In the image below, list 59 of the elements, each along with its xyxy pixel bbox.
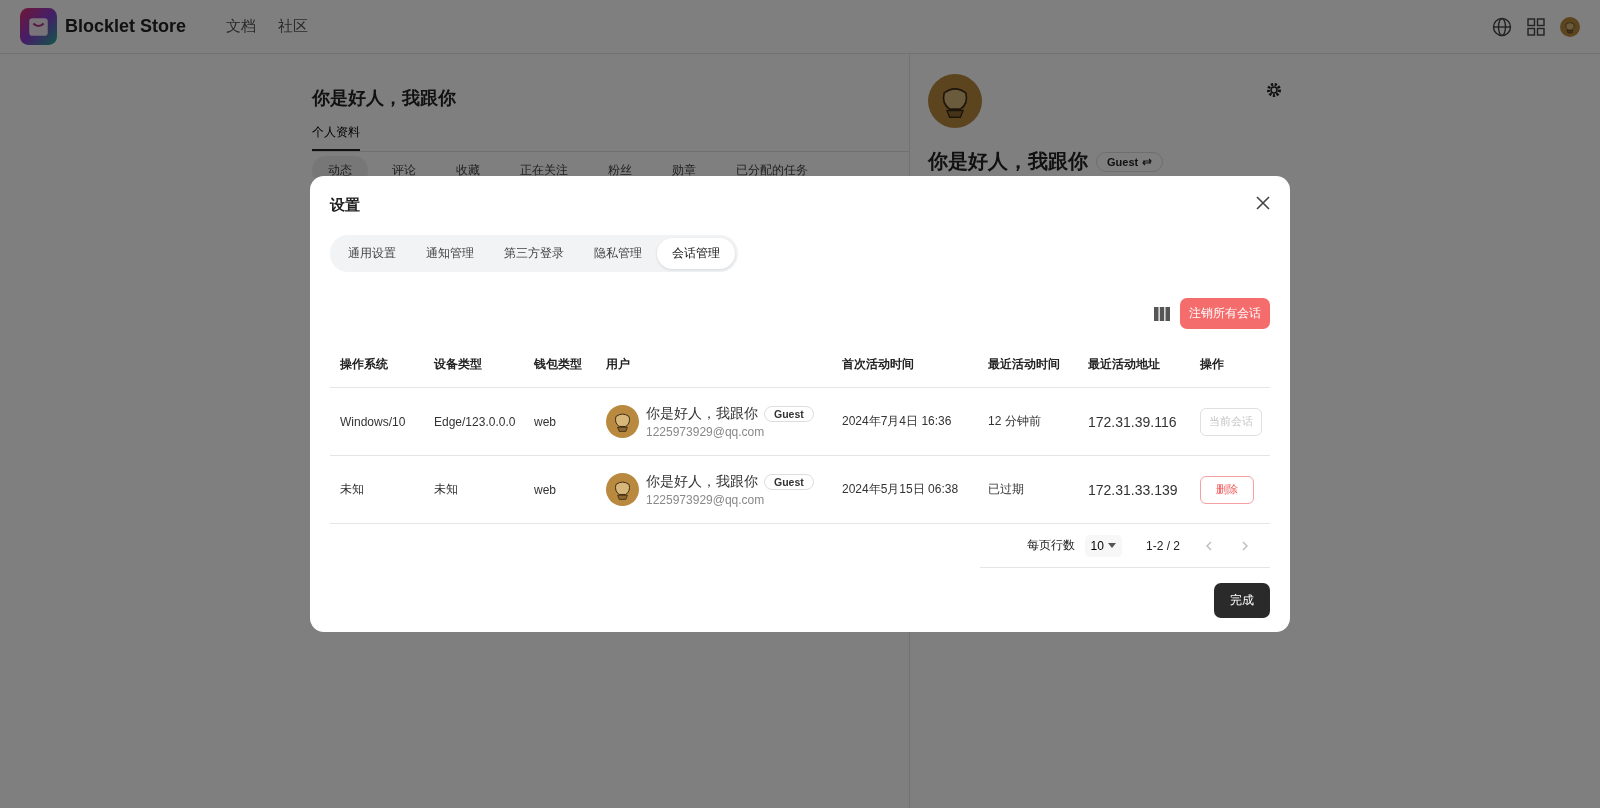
table-cell: 未知 [330,455,424,524]
brand-name[interactable]: Blocklet Store [65,16,187,37]
user-name: 你是好人，我跟你 [646,472,758,491]
settings-tab[interactable]: 通知管理 [411,238,489,269]
globe-icon[interactable] [1492,16,1512,37]
settings-tab[interactable]: 隐私管理 [579,238,657,269]
sub-tab[interactable]: 收藏 [440,156,496,185]
rows-per-page-select[interactable]: 10 [1084,534,1122,557]
table-cell: 2024年5月15日 06:38 [832,455,978,524]
user-name: 你是好人，我跟你 [646,404,758,423]
user-name: 你是好人，我跟你 [928,149,1088,174]
caret-icon [1107,543,1116,548]
avatar-icon [606,405,639,438]
columns-icon[interactable] [1154,306,1170,321]
delete-button[interactable]: 删除 [1200,475,1254,504]
user-email: 1225973929@qq.com [646,424,766,439]
settings-tab[interactable]: 通用设置 [333,238,411,269]
sub-tab[interactable]: 勋章 [656,156,712,185]
sub-tab[interactable]: 粉丝 [592,156,648,185]
close-icon[interactable] [1256,196,1270,210]
column-header: 首次活动时间 [832,341,978,388]
dialog-title: 设置 [330,195,360,215]
sub-tab[interactable]: 正在关注 [504,156,584,185]
table-cell: 12 分钟前 [978,387,1078,456]
table-cell: 2024年7月4日 16:36 [832,387,978,456]
revoke-all-button[interactable]: 注销所有会话 [1180,298,1270,329]
nav-link[interactable]: 文档 [226,17,257,36]
sub-tab[interactable]: 评论 [376,156,432,185]
column-header: 操作系统 [330,341,424,388]
apps-icon[interactable] [1526,16,1546,37]
settings-tab[interactable]: 会话管理 [657,238,735,269]
column-header: 操作 [1190,341,1270,388]
settings-tab[interactable]: 第三方登录 [489,238,579,269]
profile-name: 你是好人，我跟你 [312,87,457,110]
page-range: 1-2 / 2 [1145,538,1180,553]
sub-tab[interactable]: 已分配的任务 [720,156,824,185]
table-cell: Windows/10 [330,387,424,456]
column-header: 钱包类型 [524,341,596,388]
avatar-icon [1560,16,1580,37]
column-header: 最近活动地址 [1078,341,1190,388]
table-cell: 未知 [424,455,524,524]
logo-icon[interactable] [20,8,57,45]
table-cell: 172.31.39.116 [1078,387,1190,456]
settings-icon[interactable] [1266,82,1282,98]
user-email: 1225973929@qq.com [646,492,766,507]
done-button[interactable]: 完成 [1214,583,1270,618]
table-cell: Edge/123.0.0.0 [424,387,524,456]
column-header: 用户 [596,341,832,388]
column-header: 最近活动时间 [978,341,1078,388]
avatar-icon [928,74,982,128]
rows-per-page-label: 每页行数 [1026,537,1075,554]
table-cell: 172.31.33.139 [1078,455,1190,524]
profile-tab[interactable]: 个人资料 [312,120,360,151]
table-cell: web [524,387,596,456]
table-cell: 已过期 [978,455,1078,524]
nav-link[interactable]: 社区 [278,17,309,36]
table-cell: web [524,455,596,524]
column-header: 设备类型 [424,341,524,388]
avatar-icon [606,473,639,506]
